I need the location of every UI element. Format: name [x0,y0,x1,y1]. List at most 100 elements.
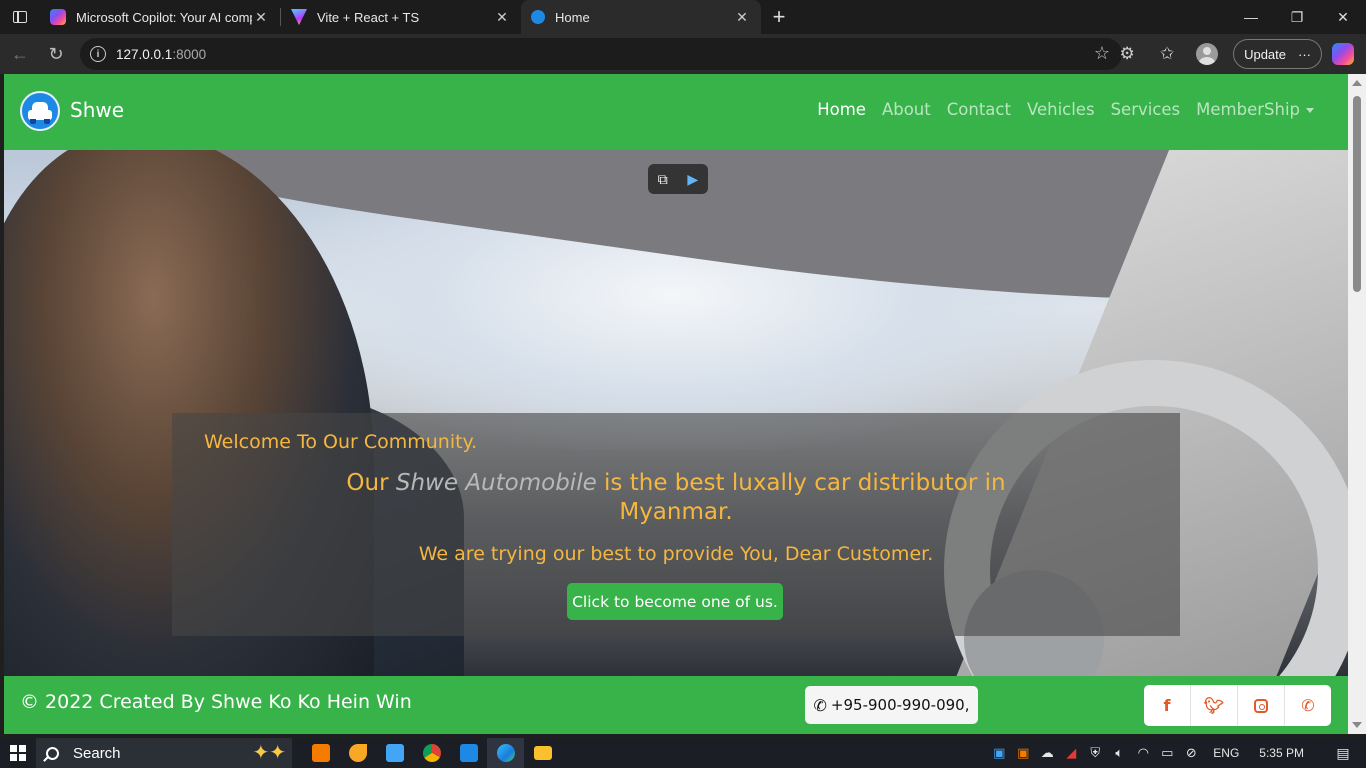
tab-home[interactable]: Home ✕ [521,0,761,34]
more-icon[interactable]: ··· [1298,47,1311,62]
tab-title: Home [555,9,590,25]
hero-subline: We are trying our best to provide You, D… [418,543,934,565]
phone-button[interactable]: ✆ +95-900-990-090, [805,686,978,724]
address-bar[interactable]: i 127.0.0.1:8000 ☆ [80,38,1122,70]
tab-title: Microsoft Copilot: Your AI companion [76,9,252,25]
site-footer: © 2022 Created By Shwe Ko Ko Hein Win ✆ … [4,676,1348,734]
copilot-icon [50,9,66,25]
car-wheel [30,119,36,124]
update-label: Update [1244,46,1286,62]
url-port: :8000 [172,46,207,62]
edge-app[interactable] [487,738,524,768]
file-explorer-app[interactable] [524,738,561,768]
window-controls: — ❐ ✕ [1228,0,1366,34]
update-button[interactable]: Update ··· [1233,39,1322,69]
scroll-up-icon[interactable] [1352,80,1362,86]
car-wheel [44,119,50,124]
headline-brand: Shwe Automobile [395,470,597,496]
security-icon[interactable]: ⛨ [1083,745,1107,761]
tray-xampp-icon[interactable]: ▣ [1011,745,1035,761]
site-navbar: Shwe Home About Contact Vehicles Service… [4,74,1348,150]
headline-pre: Our [346,470,396,496]
tab-actions-button[interactable] [0,0,40,34]
xampp-app[interactable] [302,738,339,768]
nav-links: Home About Contact Vehicles Services Mem… [817,100,1314,119]
tab-vite[interactable]: Vite + React + TS ✕ [281,0,521,34]
avatar [1196,43,1219,65]
tab-copilot[interactable]: Microsoft Copilot: Your AI companion ✕ [40,0,280,34]
site-icon [531,10,545,24]
reload-button[interactable]: ↻ [38,36,74,72]
nav-home[interactable]: Home [817,100,866,119]
restore-button[interactable]: ❐ [1274,0,1320,34]
page-viewport: Shwe Home About Contact Vehicles Service… [4,74,1348,734]
taskbar-apps [302,738,561,768]
language-indicator[interactable]: ENG [1213,746,1239,760]
url-text: 127.0.0.1:8000 [116,47,206,62]
favorites-icon[interactable]: ✩ [1147,44,1187,64]
tray-app-icon[interactable]: ▣ [987,745,1011,761]
brand-name[interactable]: Shwe [70,98,124,122]
whatsapp-icon[interactable]: ✆ [1285,685,1331,726]
profile-button[interactable] [1187,43,1227,65]
battery-icon[interactable]: ▭ [1155,745,1179,761]
wifi-icon[interactable]: ◠ [1131,745,1155,761]
phone-icon: ✆ [813,695,827,715]
tab-close-icon[interactable]: ✕ [733,9,751,26]
volume-icon[interactable]: 🔈︎ [1107,745,1131,761]
bird-icon [348,744,367,762]
social-links: f 🐦︎ ✆ [1144,685,1331,726]
instagram-icon[interactable] [1238,685,1285,726]
remote-desktop-app[interactable] [376,738,413,768]
nav-contact[interactable]: Contact [947,100,1011,119]
hero-headline: Our Shwe Automobile is the best luxally … [322,469,1030,527]
twitter-icon[interactable]: 🐦︎ [1191,685,1238,726]
folder-icon [533,746,552,760]
site-info-icon[interactable]: i [90,46,106,62]
scroll-thumb[interactable] [1353,96,1361,292]
tab-close-icon[interactable]: ✕ [252,9,270,26]
extensions-icon[interactable]: ⚙ [1107,44,1147,64]
page-scrollbar[interactable] [1348,74,1366,734]
tab-actions-icon [13,11,27,23]
alert-icon[interactable]: ◢ [1059,745,1083,761]
clock[interactable]: 5:35 PM [1259,746,1304,760]
nav-services[interactable]: Services [1111,100,1181,119]
facebook-icon[interactable]: f [1144,685,1191,726]
car-logo-icon[interactable] [20,91,60,131]
vscode-icon [459,744,478,762]
video-controls: ⧉ ▶ [648,164,708,194]
windows-logo-icon [10,745,26,761]
minimize-button[interactable]: — [1228,0,1274,34]
chrome-icon [422,744,441,762]
windows-taskbar: Search ✦✦ ▣ ▣ ☁ ◢ ⛨ 🔈︎ ◠ ▭ ⊘ ENG 5:35 PM… [0,738,1366,768]
vite-icon [291,9,307,25]
taskbar-search[interactable]: Search ✦✦ [36,738,292,768]
start-button[interactable] [0,745,36,761]
copilot-sidebar-icon[interactable] [1332,43,1354,65]
back-button[interactable]: ← [2,36,38,72]
close-window-button[interactable]: ✕ [1320,0,1366,34]
notification-icon[interactable]: ▤ [1328,745,1358,762]
nav-about[interactable]: About [882,100,931,119]
toolbar-right: ⚙ ✩ Update ··· [1107,34,1366,74]
edge-icon [496,744,515,762]
scroll-down-icon[interactable] [1352,722,1362,728]
new-tab-button[interactable]: + [761,4,797,30]
bird-app[interactable] [339,738,376,768]
sparkle-icon: ✦✦ [252,742,286,764]
display-icon[interactable]: ⊘ [1179,745,1203,761]
system-tray: ▣ ▣ ☁ ◢ ⛨ 🔈︎ ◠ ▭ ⊘ ENG 5:35 PM ▤ [987,738,1366,768]
nav-membership-dropdown[interactable]: MemberShip [1196,100,1314,119]
pip-popout-icon[interactable]: ⧉ [658,171,668,188]
chrome-app[interactable] [413,738,450,768]
vscode-app[interactable] [450,738,487,768]
copyright-text: © 2022 Created By Shwe Ko Ko Hein Win [20,691,412,713]
video-enhance-icon[interactable]: ▶ [687,171,698,188]
xampp-icon [311,744,330,762]
join-button[interactable]: Click to become one of us. [567,583,783,620]
caret-down-icon [1306,108,1314,113]
tab-close-icon[interactable]: ✕ [493,9,511,26]
onedrive-icon[interactable]: ☁ [1035,745,1059,761]
nav-vehicles[interactable]: Vehicles [1027,100,1095,119]
